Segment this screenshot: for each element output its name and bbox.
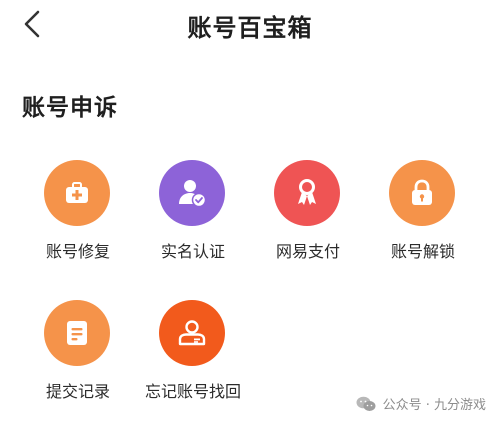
account-repair-icon-circle xyxy=(44,160,110,226)
submission-records-icon-circle xyxy=(44,300,110,366)
user-verified-icon xyxy=(179,180,207,208)
watermark: 公众号 · 九分游戏 xyxy=(355,394,486,413)
id-card-icon xyxy=(178,320,206,346)
netease-pay-icon-circle xyxy=(274,160,340,226)
document-icon xyxy=(67,321,87,345)
submission-records-button[interactable]: 提交记录 xyxy=(22,300,134,404)
header-bar: 账号百宝箱 xyxy=(0,0,500,48)
page-title: 账号百宝箱 xyxy=(187,14,313,42)
ribbon-icon xyxy=(298,179,316,205)
real-name-verify-label: 实名认证 xyxy=(160,242,225,261)
netease-pay-label: 网易支付 xyxy=(275,242,340,261)
account-unlock-button[interactable]: 账号解锁 xyxy=(367,160,479,264)
real-name-verify-button[interactable]: 实名认证 xyxy=(137,160,249,264)
account-repair-button[interactable]: 账号修复 xyxy=(22,160,134,264)
forgot-account-recovery-button[interactable]: 忘记账号找回 xyxy=(137,300,249,404)
account-unlock-icon-circle xyxy=(389,160,455,226)
forgot-account-recovery-label: 忘记账号找回 xyxy=(144,382,241,401)
watermark-text: 公众号 · 九分游戏 xyxy=(382,398,486,413)
lock-icon xyxy=(412,179,432,205)
section-title: 账号申诉 xyxy=(22,95,118,121)
forgot-account-recovery-icon-circle xyxy=(159,300,225,366)
account-unlock-label: 账号解锁 xyxy=(390,242,455,261)
real-name-verify-icon-circle xyxy=(159,160,225,226)
medical-kit-icon xyxy=(66,182,88,203)
wechat-icon xyxy=(355,395,377,413)
submission-records-label: 提交记录 xyxy=(45,382,110,401)
netease-pay-button[interactable]: 网易支付 xyxy=(252,160,364,264)
account-repair-label: 账号修复 xyxy=(45,242,110,261)
